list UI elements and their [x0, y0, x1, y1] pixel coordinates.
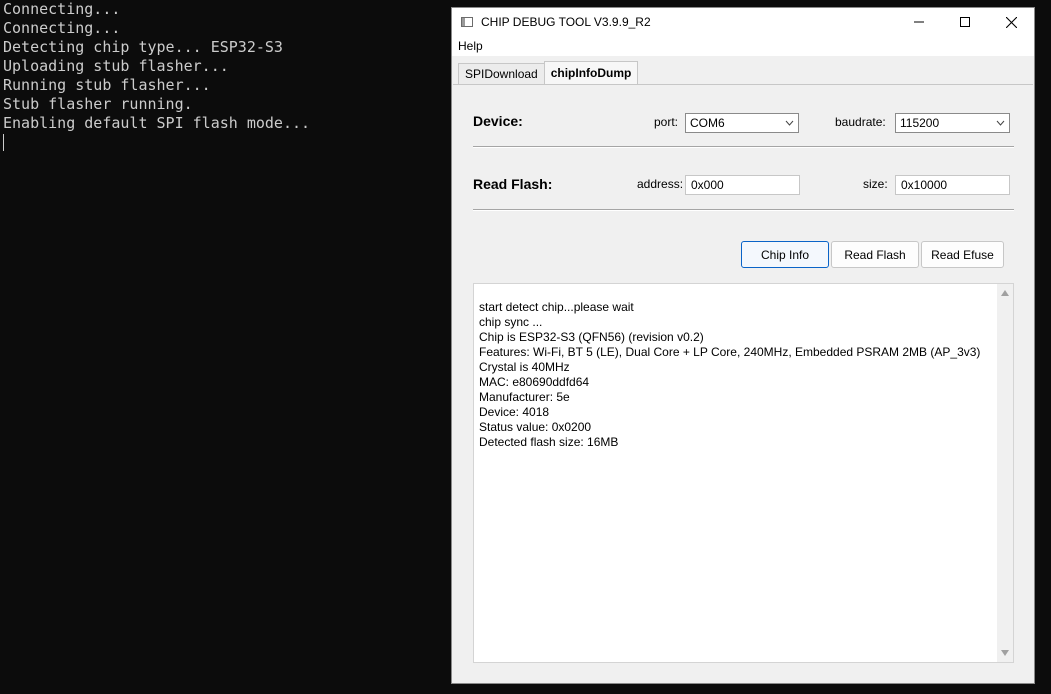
minimize-button[interactable]	[896, 8, 942, 36]
close-button[interactable]	[988, 8, 1034, 36]
scroll-down-arrow-icon[interactable]	[1000, 649, 1010, 657]
tab-chipinfodump[interactable]: chipInfoDump	[543, 61, 639, 84]
maximize-button[interactable]	[942, 8, 988, 36]
port-select[interactable]: COM6	[685, 113, 799, 133]
console-line: Running stub flasher...	[3, 76, 211, 94]
port-value: COM6	[690, 116, 725, 130]
tab-spidownload[interactable]: SPIDownload	[458, 63, 545, 84]
tab-bar: SPIDownload chipInfoDump	[458, 61, 639, 84]
window-title: CHIP DEBUG TOOL V3.9.9_R2	[481, 15, 651, 29]
minimize-icon	[914, 21, 924, 23]
chevron-down-icon	[996, 120, 1005, 126]
scroll-up-arrow-icon[interactable]	[1000, 289, 1010, 297]
terminal-output: Connecting... Connecting... Detecting ch…	[0, 0, 450, 694]
vertical-scrollbar[interactable]	[997, 284, 1013, 662]
chip-debug-window: CHIP DEBUG TOOL V3.9.9_R2 Help SPIDownlo…	[451, 7, 1035, 684]
console-line: Connecting...	[3, 0, 121, 18]
title-bar[interactable]: CHIP DEBUG TOOL V3.9.9_R2	[452, 8, 1034, 36]
baudrate-value: 115200	[900, 116, 940, 130]
port-label: port:	[654, 115, 679, 129]
size-input[interactable]: 0x10000	[895, 175, 1010, 195]
chip-info-log[interactable]: start detect chip...please wait chip syn…	[473, 283, 1014, 663]
log-line: Chip is ESP32-S3 (QFN56) (revision v0.2)	[479, 330, 704, 344]
console-line: Connecting...	[3, 19, 121, 37]
console-line: Uploading stub flasher...	[3, 57, 229, 75]
log-line: chip sync ...	[479, 315, 543, 329]
log-line: start detect chip...please wait	[479, 300, 634, 314]
menu-help[interactable]: Help	[452, 39, 489, 53]
baudrate-select[interactable]: 115200	[895, 113, 1010, 133]
log-line: Detected flash size: 16MB	[479, 435, 619, 449]
log-line: Crystal is 40MHz	[479, 360, 570, 374]
maximize-icon	[960, 17, 970, 27]
log-line: Device: 4018	[479, 405, 550, 419]
log-line: Status value: 0x0200	[479, 420, 592, 434]
log-text: start detect chip...please wait chip syn…	[479, 300, 980, 450]
menu-bar: Help	[452, 36, 1034, 56]
read-efuse-button[interactable]: Read Efuse	[921, 241, 1004, 268]
text-cursor	[3, 134, 4, 151]
divider	[473, 209, 1014, 211]
log-line: Features: Wi-Fi, BT 5 (LE), Dual Core + …	[479, 345, 981, 359]
console-line: Stub flasher running.	[3, 95, 193, 113]
read-flash-button[interactable]: Read Flash	[831, 241, 919, 268]
read-flash-section-label: Read Flash:	[473, 176, 553, 192]
baudrate-label: baudrate:	[835, 115, 886, 129]
address-label: address:	[637, 177, 684, 191]
console-line: Detecting chip type... ESP32-S3	[3, 38, 283, 56]
log-line: MAC: e80690ddfd64	[479, 375, 590, 389]
console-line: Enabling default SPI flash mode...	[3, 114, 311, 132]
device-section-label: Device:	[473, 113, 523, 129]
chip-info-button[interactable]: Chip Info	[741, 241, 829, 268]
app-window-icon	[461, 17, 473, 27]
log-line: Manufacturer: 5e	[479, 390, 570, 404]
chevron-down-icon	[785, 120, 794, 126]
close-icon	[1005, 16, 1017, 28]
chipinfodump-panel: Device: port: COM6 baudrate: 115200 Read…	[453, 84, 1033, 681]
size-label: size:	[863, 177, 888, 191]
address-input[interactable]: 0x000	[685, 175, 800, 195]
divider	[473, 146, 1014, 148]
